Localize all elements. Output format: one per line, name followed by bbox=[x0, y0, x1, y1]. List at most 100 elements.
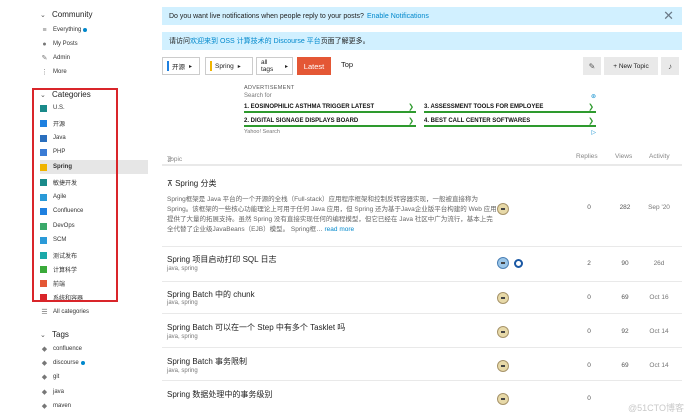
topic-title[interactable]: Spring 项目启动打印 SQL 日志 bbox=[167, 254, 277, 265]
tag-icon: ◆ bbox=[41, 374, 48, 381]
table-row[interactable]: ⊼ Spring 分类 Spring框架是 Java 平台的一个开源的全栈（Fu… bbox=[162, 170, 682, 247]
ad-choices-icon[interactable]: ⊛ bbox=[591, 93, 596, 100]
table-row[interactable]: Spring Batch 中的 chunk java, spring 0 69 … bbox=[162, 283, 682, 314]
views-count: 92 bbox=[621, 328, 629, 335]
ad-info-icon[interactable]: ▷ bbox=[591, 129, 596, 136]
caret-right-icon: ▸ bbox=[189, 63, 193, 70]
user-icon: ● bbox=[42, 40, 47, 48]
ad-link[interactable]: 1. EOSINOPHILIC ASTHMA TRIGGER LATEST ❯ bbox=[244, 102, 416, 113]
category-dropdown[interactable]: Spring ▸ bbox=[205, 57, 253, 75]
activity-time[interactable]: Sep '20 bbox=[639, 204, 679, 211]
sidebar-all-categories[interactable]: ☰ All categories bbox=[40, 305, 148, 319]
sidebar-tag-java[interactable]: ◆ java bbox=[40, 385, 148, 399]
topic-nav: 开源 ▸ Spring ▸ all tags ▸ Latest Top ✎ + … bbox=[162, 57, 682, 75]
tags-heading[interactable]: ⌄ Tags bbox=[40, 330, 69, 339]
sidebar: ⌄ Community ≡ Everything ● My Posts ✎ Ad… bbox=[0, 0, 148, 420]
tags-dropdown[interactable]: all tags ▸ bbox=[256, 57, 293, 75]
sidebar-tag-confluence[interactable]: ◆ confluence bbox=[40, 342, 148, 356]
activity-time[interactable]: 26d bbox=[639, 260, 679, 267]
read-more-link[interactable]: read more bbox=[325, 226, 355, 233]
sidebar-tag-maven[interactable]: ◆ maven bbox=[40, 399, 148, 413]
replies-count: 0 bbox=[587, 395, 591, 402]
highlight-annotation-box bbox=[32, 88, 118, 302]
tab-top[interactable]: Top bbox=[341, 60, 353, 69]
parent-category-dropdown[interactable]: 开源 ▸ bbox=[162, 57, 200, 75]
topic-title[interactable]: Spring 数据处理中的事务级别 bbox=[167, 389, 272, 400]
column-replies[interactable]: Replies bbox=[576, 153, 598, 160]
topic-list-header: ⇵ Topic Replies Views Activity bbox=[162, 150, 682, 166]
replies-count: 0 bbox=[587, 204, 591, 211]
tag-icon: ◆ bbox=[41, 403, 48, 410]
tab-latest[interactable]: Latest bbox=[297, 57, 331, 75]
arrow-right-icon: ❯ bbox=[408, 103, 414, 111]
chevron-down-icon: ⌄ bbox=[40, 331, 46, 339]
topic-tags[interactable]: java, spring bbox=[167, 368, 198, 374]
avatar[interactable] bbox=[514, 259, 523, 268]
chevron-down-icon: ⌄ bbox=[40, 11, 46, 19]
caret-right-icon: ▸ bbox=[237, 63, 241, 70]
tag-icon: ◆ bbox=[41, 389, 48, 396]
wrench-icon[interactable]: ✎ bbox=[583, 57, 601, 75]
close-icon[interactable]: ✕ bbox=[663, 8, 674, 24]
activity-time[interactable]: Oct 14 bbox=[639, 328, 679, 335]
welcome-link[interactable]: 欢迎来到 OSS 计算技术的 Discourse 平台 bbox=[190, 36, 321, 46]
replies-count: 2 bbox=[587, 260, 591, 267]
activity-time[interactable]: Oct 14 bbox=[639, 362, 679, 369]
column-views[interactable]: Views bbox=[615, 153, 632, 160]
replies-count: 0 bbox=[587, 362, 591, 369]
category-color-swatch bbox=[210, 61, 212, 71]
tag-icon: ◆ bbox=[41, 360, 48, 367]
list-icon: ☰ bbox=[41, 309, 48, 316]
replies-count: 0 bbox=[587, 328, 591, 335]
views-count: 69 bbox=[621, 294, 629, 301]
sidebar-item-admin[interactable]: ✎ Admin bbox=[40, 51, 148, 65]
arrow-right-icon: ❯ bbox=[588, 103, 594, 111]
topic-title[interactable]: Spring Batch 可以在一个 Step 中有多个 Tasklet 吗 bbox=[167, 322, 345, 333]
topic-excerpt: Spring框架是 Java 平台的一个开源的全栈（Full-stack）应用程… bbox=[167, 196, 497, 233]
stack-icon: ≡ bbox=[42, 26, 47, 34]
pin-icon: ⊼ bbox=[167, 179, 173, 188]
arrow-right-icon: ❯ bbox=[408, 117, 414, 125]
caret-right-icon: ▸ bbox=[284, 63, 288, 70]
views-count: 282 bbox=[619, 204, 631, 211]
activity-time[interactable]: Oct 16 bbox=[639, 294, 679, 301]
notification-banner: Do you want live notifications when peop… bbox=[162, 7, 682, 25]
topic-title[interactable]: Spring Batch 事务限制 bbox=[167, 356, 247, 367]
arrow-right-icon: ❯ bbox=[588, 117, 594, 125]
avatar[interactable] bbox=[497, 393, 509, 405]
ad-link[interactable]: 4. BEST CALL CENTER SOFTWARES ❯ bbox=[424, 116, 596, 127]
sidebar-tag-git[interactable]: ◆ git bbox=[40, 370, 148, 384]
replies-count: 0 bbox=[587, 294, 591, 301]
topic-title[interactable]: Spring Batch 中的 chunk bbox=[167, 289, 255, 300]
table-row[interactable]: Spring 项目启动打印 SQL 日志 java, spring 2 90 2… bbox=[162, 248, 682, 282]
avatar[interactable] bbox=[497, 292, 509, 304]
views-count: 69 bbox=[621, 362, 629, 369]
sidebar-item-everything[interactable]: ≡ Everything bbox=[40, 23, 148, 37]
avatar[interactable] bbox=[497, 257, 509, 269]
ellipsis-icon: ⋮ bbox=[41, 69, 48, 76]
main-content: Do you want live notifications when peop… bbox=[162, 0, 682, 420]
ad-link[interactable]: 2. DIGITAL SIGNAGE DISPLAYS BOARD ❯ bbox=[244, 116, 416, 127]
new-topic-button[interactable]: + New Topic bbox=[604, 57, 658, 75]
topic-tags[interactable]: java, spring bbox=[167, 334, 198, 340]
topic-title[interactable]: ⊼ Spring 分类 bbox=[167, 178, 216, 189]
bell-icon[interactable]: ♪ bbox=[661, 57, 679, 75]
welcome-banner: 请访问 欢迎来到 OSS 计算技术的 Discourse 平台 页面了解更多。 bbox=[162, 32, 682, 50]
avatar[interactable] bbox=[497, 326, 509, 338]
avatar[interactable] bbox=[497, 360, 509, 372]
table-row[interactable]: Spring 数据处理中的事务级别 0 bbox=[162, 382, 682, 420]
topic-tags[interactable]: java, spring bbox=[167, 300, 198, 306]
advertisement: ADVERTISEMENT Search for ⊛ 1. EOSINOPHIL… bbox=[244, 85, 596, 136]
enable-notifications-link[interactable]: Enable Notifications bbox=[367, 13, 429, 20]
wrench-icon: ✎ bbox=[41, 55, 48, 62]
topic-tags[interactable]: java, spring bbox=[167, 266, 198, 272]
sidebar-item-my-posts[interactable]: ● My Posts bbox=[40, 37, 148, 51]
column-activity[interactable]: Activity bbox=[649, 153, 670, 160]
community-heading[interactable]: ⌄ Community bbox=[40, 10, 92, 19]
sidebar-item-more[interactable]: ⋮ More bbox=[40, 65, 148, 79]
ad-link[interactable]: 3. ASSESSMENT TOOLS FOR EMPLOYEE ❯ bbox=[424, 102, 596, 113]
sidebar-tag-discourse[interactable]: ◆ discourse bbox=[40, 356, 148, 370]
table-row[interactable]: Spring Batch 事务限制 java, spring 0 69 Oct … bbox=[162, 349, 682, 381]
avatar[interactable] bbox=[497, 203, 509, 215]
table-row[interactable]: Spring Batch 可以在一个 Step 中有多个 Tasklet 吗 j… bbox=[162, 315, 682, 348]
